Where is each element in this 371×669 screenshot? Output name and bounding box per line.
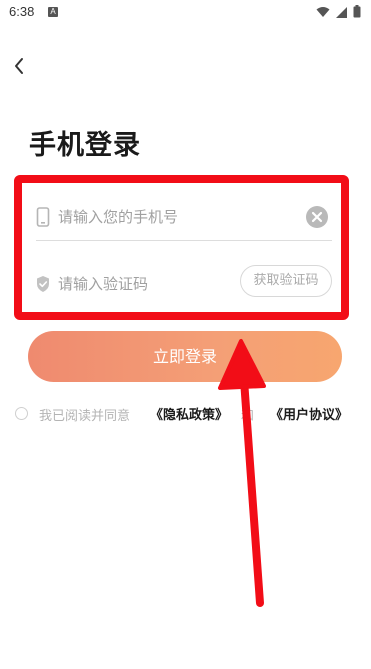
battery-icon	[353, 5, 361, 18]
agreement-text: 我已阅读并同意	[39, 409, 131, 424]
chevron-left-icon	[15, 58, 23, 74]
highlight-box	[14, 175, 349, 320]
page-title: 手机登录	[29, 130, 141, 161]
wifi-icon	[316, 6, 330, 17]
status-time: 6:38	[9, 4, 35, 19]
cellular-signal-icon	[336, 6, 347, 18]
agreement-conjunction: 和	[241, 409, 255, 424]
back-button[interactable]	[8, 54, 32, 78]
privacy-policy-link[interactable]: 《隐私政策》	[150, 404, 228, 423]
status-icons	[316, 5, 361, 18]
status-bar: 6:38 A	[0, 0, 371, 26]
agree-radio[interactable]	[15, 407, 28, 420]
agreement-row: 我已阅读并同意 《隐私政策》 和 《用户协议》	[15, 403, 365, 425]
notification-icon: A	[48, 7, 58, 17]
login-button[interactable]: 立即登录	[28, 331, 342, 382]
user-agreement-link[interactable]: 《用户协议》	[270, 404, 348, 423]
